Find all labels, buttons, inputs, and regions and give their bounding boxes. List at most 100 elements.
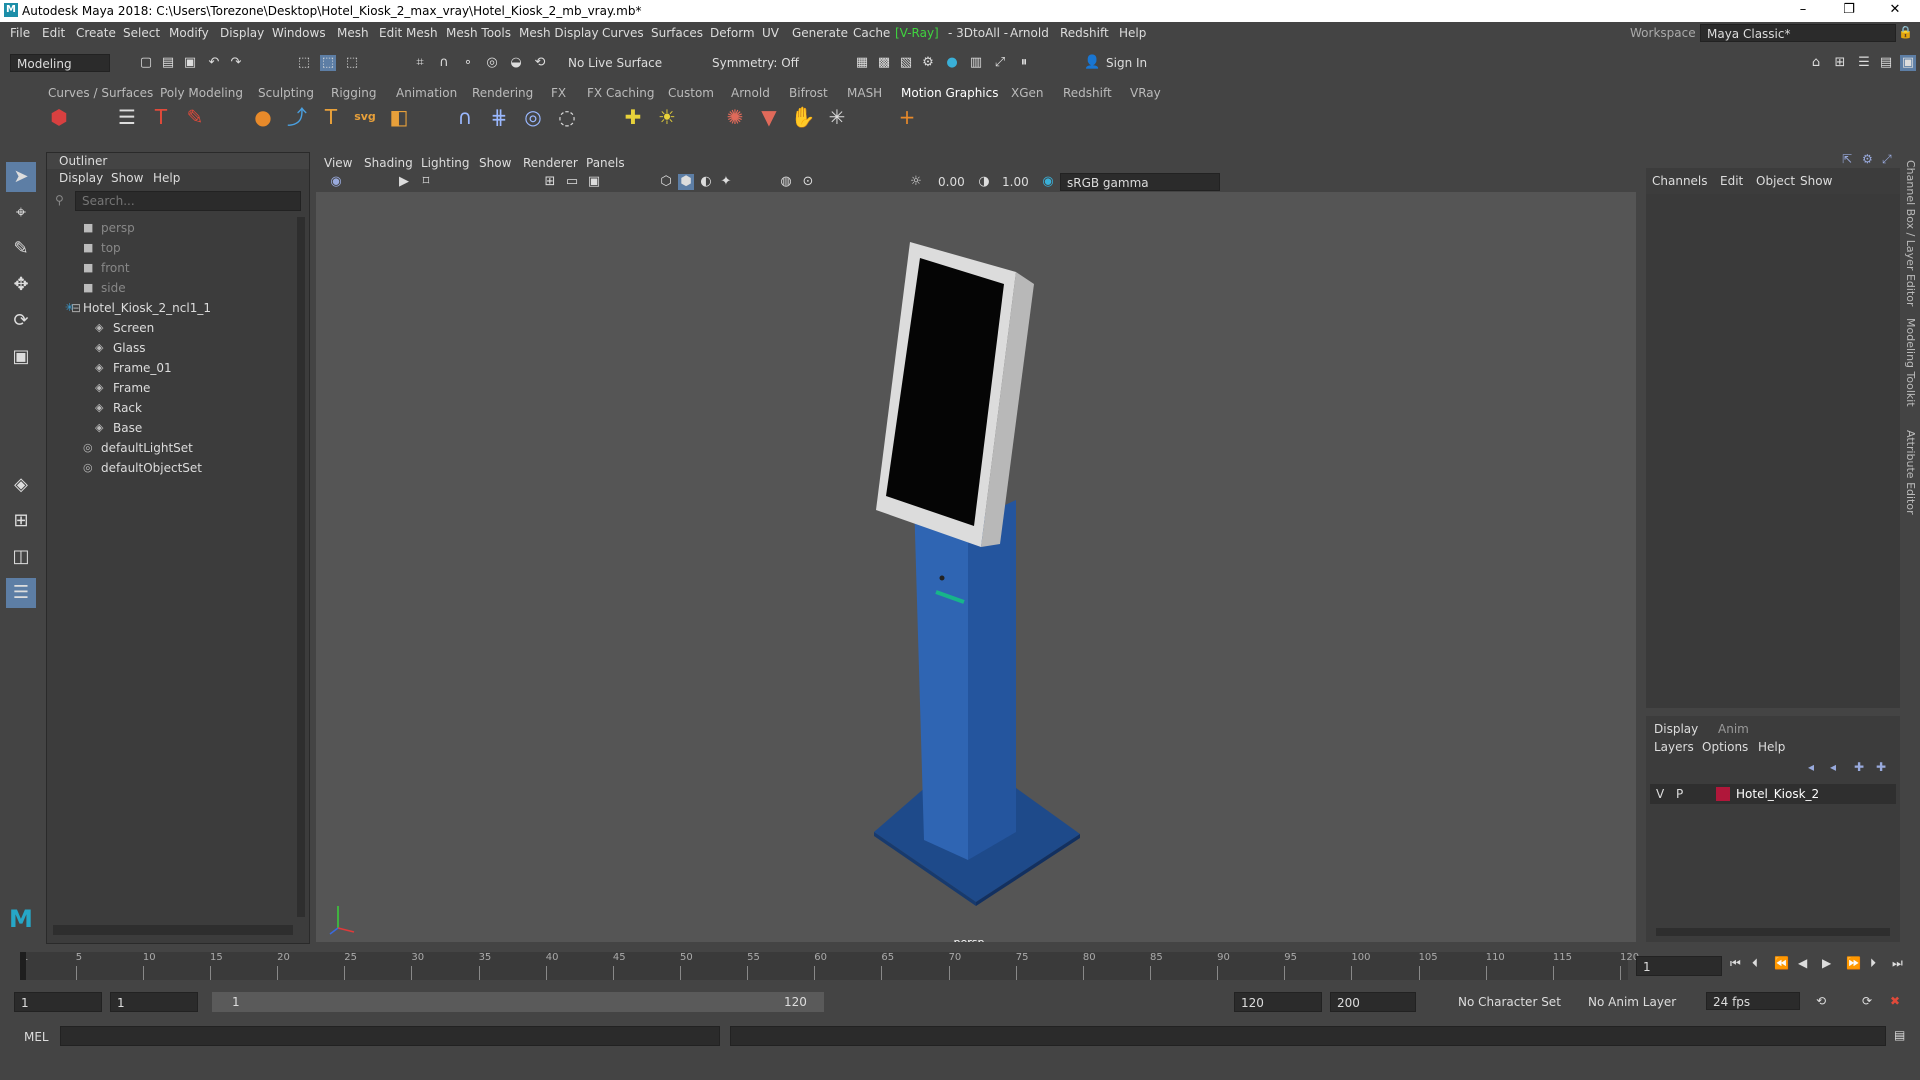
anim-layer-dropdown[interactable]: No Anim Layer <box>1582 993 1688 1011</box>
shelf-tab-arnold[interactable]: Arnold <box>731 86 770 100</box>
rotate-tool-icon[interactable]: ⟳ <box>6 306 36 336</box>
type-icon[interactable]: T <box>318 104 344 130</box>
menu-display[interactable]: Display <box>220 26 264 40</box>
auto-key-icon[interactable]: ⟳ <box>1862 994 1872 1008</box>
outliner-item[interactable]: ◎ defaultObjectSet <box>47 459 293 477</box>
grid-toggle-icon[interactable]: ⊞ <box>542 174 558 190</box>
exposure-field[interactable]: 0.00 <box>932 172 972 192</box>
channel-box-float-icon[interactable]: ⤢ <box>1882 152 1892 167</box>
shelf-tab-xgen[interactable]: XGen <box>1011 86 1044 100</box>
snap-ortho-icon[interactable]: ⟲ <box>532 55 548 71</box>
loop-icon[interactable]: ⟲ <box>1816 994 1826 1008</box>
kiosk-3d-model[interactable]: persp <box>316 192 1636 942</box>
menu-cache[interactable]: Cache <box>853 26 890 40</box>
undo-icon[interactable]: ↶ <box>206 55 222 71</box>
redo-icon[interactable]: ↷ <box>228 55 244 71</box>
play-forward-icon[interactable]: ▶ <box>1822 956 1831 970</box>
light-editor-icon[interactable]: ⤢ <box>992 55 1008 71</box>
outliner-item[interactable]: ◈ Frame <box>47 379 293 397</box>
shelf-tab-poly-modeling[interactable]: Poly Modeling <box>160 86 243 100</box>
start-time-field[interactable]: 1 <box>14 992 102 1012</box>
snap-view-icon[interactable]: ◎ <box>484 55 500 71</box>
viewport-menu-renderer[interactable]: Renderer <box>523 156 578 170</box>
layer-tab-anim[interactable]: Anim <box>1718 722 1749 736</box>
snap-point-icon[interactable]: ∘ <box>460 55 476 71</box>
maximize-button[interactable]: ❐ <box>1826 0 1872 22</box>
layer-row[interactable]: V P Hotel_Kiosk_2 <box>1650 784 1896 804</box>
outliner-menu-help[interactable]: Help <box>153 171 180 185</box>
user-icon[interactable]: 👤 <box>1084 55 1100 71</box>
anim-prefs-icon[interactable]: ✖ <box>1890 994 1900 1008</box>
outliner-menu-display[interactable]: Display <box>59 171 103 185</box>
new-layer-selected-icon[interactable]: ✚ <box>1876 760 1886 774</box>
paint-select-icon[interactable]: ✎ <box>6 234 36 264</box>
channels-menu-show[interactable]: Show <box>1800 174 1832 188</box>
playback-end-field[interactable]: 120 <box>1234 992 1322 1012</box>
outliner-view-icon[interactable]: ☰ <box>6 578 36 608</box>
side-tab-attribute-editor[interactable]: Attribute Editor <box>1904 430 1917 515</box>
select-object-icon[interactable]: ⬚ <box>320 55 336 71</box>
gamma-icon[interactable]: ◑ <box>976 174 992 190</box>
paint-icon[interactable]: ✎ <box>182 104 208 130</box>
menu-edit[interactable]: Edit <box>42 26 65 40</box>
list-icon[interactable]: ☰ <box>114 104 140 130</box>
spiral-icon[interactable]: ◌ <box>554 104 580 130</box>
shirt-icon[interactable]: ▼ <box>756 104 782 130</box>
film-gate-icon[interactable]: ▭ <box>564 174 580 190</box>
viewport-menu-panels[interactable]: Panels <box>586 156 625 170</box>
outliner-menu-show[interactable]: Show <box>111 171 143 185</box>
save-scene-icon[interactable]: ▣ <box>182 55 198 71</box>
lasso-tool-icon[interactable]: ⌖ <box>6 198 36 228</box>
render-view-icon[interactable]: ▦ <box>854 55 870 71</box>
channels-menu-channels[interactable]: Channels <box>1652 174 1708 188</box>
four-view-icon[interactable]: ⊞ <box>6 506 36 536</box>
maya-m-icon[interactable]: M <box>6 904 36 934</box>
mode-dropdown[interactable]: Modeling <box>10 54 110 72</box>
side-tab-channel-box[interactable]: Channel Box / Layer Editor <box>1904 160 1917 307</box>
menu-modify[interactable]: Modify <box>169 26 209 40</box>
symmetry-dropdown[interactable]: Symmetry: Off <box>706 54 806 72</box>
camera-select-icon[interactable]: ◉ <box>328 174 344 190</box>
select-tool-icon[interactable]: ➤ <box>6 162 36 192</box>
outliner-scrollbar[interactable] <box>297 217 305 917</box>
menu-3dtoall[interactable]: - 3DtoAll - <box>948 26 1008 40</box>
menu-mesh-tools[interactable]: Mesh Tools <box>446 26 511 40</box>
sphere-icon[interactable]: ● <box>250 104 276 130</box>
grid-icon[interactable]: ⋕ <box>486 104 512 130</box>
render-setup-icon[interactable]: ▥ <box>968 55 984 71</box>
layer-menu-layers[interactable]: Layers <box>1654 740 1694 754</box>
sun-icon[interactable]: ☀ <box>654 104 680 130</box>
star-icon[interactable]: ✺ <box>722 104 748 130</box>
pause-icon[interactable]: ⏸ <box>1016 55 1032 71</box>
shelf-tab-animation[interactable]: Animation <box>396 86 457 100</box>
search-options-icon[interactable]: ⚲ <box>55 193 64 207</box>
menu-help[interactable]: Help <box>1119 26 1146 40</box>
layer-menu-options[interactable]: Options <box>1702 740 1748 754</box>
viewport-menu-shading[interactable]: Shading <box>364 156 413 170</box>
shelf-tab-mash[interactable]: MASH <box>847 86 882 100</box>
next-key-icon[interactable]: ⏩ <box>1846 956 1861 970</box>
open-scene-icon[interactable]: ▤ <box>160 55 176 71</box>
menu-generate[interactable]: Generate <box>792 26 848 40</box>
outliner-item[interactable]: ◈ Frame_01 <box>47 359 293 377</box>
layer-hscrollbar[interactable] <box>1656 928 1890 936</box>
outliner-title[interactable]: Outliner <box>59 154 107 168</box>
minimize-button[interactable]: – <box>1780 0 1826 22</box>
shelf-tab-fx-caching[interactable]: FX Caching <box>587 86 654 100</box>
viewport-menu-show[interactable]: Show <box>479 156 511 170</box>
light-icon[interactable]: ✚ <box>620 104 646 130</box>
render-settings-icon[interactable]: ⚙ <box>920 55 936 71</box>
tool-settings-icon[interactable]: ☰ <box>1856 55 1872 71</box>
move-layer-down-icon[interactable]: ◂ <box>1830 760 1836 774</box>
current-frame-field[interactable]: 1 <box>1636 956 1722 976</box>
menu-mesh-display[interactable]: Mesh Display <box>519 26 599 40</box>
menu-deform[interactable]: Deform <box>710 26 755 40</box>
go-to-end-icon[interactable]: ⏭ <box>1892 956 1903 971</box>
close-button[interactable]: ✕ <box>1872 0 1918 22</box>
menu-surfaces[interactable]: Surfaces <box>651 26 703 40</box>
menu-mesh[interactable]: Mesh <box>337 26 369 40</box>
menu-select[interactable]: Select <box>123 26 160 40</box>
menu-uv[interactable]: UV <box>762 26 779 40</box>
script-editor-icon[interactable]: ▤ <box>1894 1028 1905 1042</box>
channel-box-settings-icon[interactable]: ⚙ <box>1862 152 1873 166</box>
